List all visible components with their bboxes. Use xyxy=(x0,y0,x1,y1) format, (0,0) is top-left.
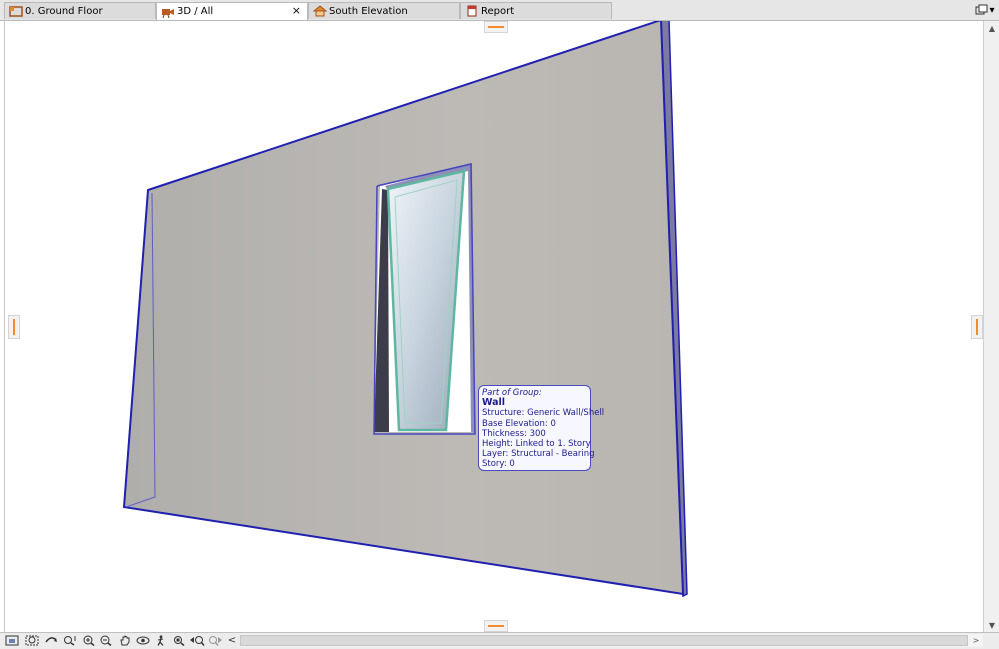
left-edge-handle[interactable] xyxy=(8,315,20,339)
close-tab-icon[interactable]: × xyxy=(292,4,301,18)
orbit-icon xyxy=(45,637,57,643)
navigation-toolbar: < > xyxy=(0,632,999,649)
next-zoom-button[interactable] xyxy=(207,634,223,647)
explore-button[interactable] xyxy=(135,634,151,647)
tooltip-line-story: Story: 0 xyxy=(482,459,515,470)
zoom-area-icon xyxy=(25,635,39,646)
tooltip-line-height: Height: Linked to 1. Story xyxy=(482,439,591,450)
scroll-up-arrow-icon[interactable]: ▲ xyxy=(984,21,999,35)
orbit-button[interactable] xyxy=(43,634,59,647)
fit-in-window-button[interactable] xyxy=(4,634,20,647)
explore-eye-icon xyxy=(136,636,150,645)
zoom-in-button[interactable] xyxy=(81,634,97,647)
zoom-out-button[interactable] xyxy=(98,634,114,647)
tab-list-menu-button[interactable]: ▾ xyxy=(973,2,997,18)
top-edge-handle[interactable] xyxy=(484,21,508,33)
zoom-out-icon xyxy=(100,635,112,646)
zoom-area-button[interactable] xyxy=(24,634,40,647)
tab-label: Report xyxy=(481,5,515,17)
fit-in-window-icon xyxy=(5,635,19,646)
zoom-realtime-icon xyxy=(64,636,76,646)
report-icon xyxy=(467,5,477,17)
scroll-down-arrow-icon[interactable]: ▼ xyxy=(984,618,999,632)
back-zoom-button[interactable] xyxy=(189,634,205,647)
elevation-icon xyxy=(313,5,327,17)
3d-camera-icon xyxy=(162,8,174,18)
scroll-left-arrow-icon[interactable]: < xyxy=(224,634,240,647)
walk-person-icon xyxy=(157,635,164,646)
3d-model-canvas[interactable] xyxy=(5,21,984,632)
vertical-scrollbar[interactable]: ▲ ▼ xyxy=(983,21,999,632)
tooltip-line-thickness: Thickness: 300 xyxy=(482,428,546,439)
tab-south-elevation[interactable]: South Elevation xyxy=(308,2,460,19)
next-zoom-icon xyxy=(209,636,222,646)
tab-label: 3D / All xyxy=(177,6,214,17)
pan-button[interactable] xyxy=(117,634,133,647)
horizontal-scroll-thumb[interactable] xyxy=(240,635,968,646)
tooltip-line-base-elevation: Base Elevation: 0 xyxy=(482,418,556,429)
scroll-right-arrow-icon[interactable]: > xyxy=(969,634,983,647)
right-edge-handle[interactable] xyxy=(971,315,983,339)
tab-label: South Elevation xyxy=(329,5,408,17)
zoom-realtime-button[interactable] xyxy=(62,634,78,647)
element-info-tooltip: Part of Group: Wall Structure: Generic W… xyxy=(478,385,605,471)
tab-3d-all[interactable]: 3D / All × xyxy=(156,2,308,20)
back-zoom-icon xyxy=(190,636,205,646)
tab-label: 0. Ground Floor xyxy=(25,5,103,17)
bottom-edge-handle[interactable] xyxy=(484,620,508,632)
zoom-in-icon xyxy=(83,635,95,646)
previous-zoom-button[interactable] xyxy=(171,634,187,647)
tab-list-icon xyxy=(975,4,988,15)
3d-viewport[interactable] xyxy=(4,21,984,632)
floor-plan-icon xyxy=(9,6,23,17)
tab-ground-floor[interactable]: 0. Ground Floor xyxy=(4,2,156,19)
tooltip-line-layer: Layer: Structural - Bearing xyxy=(482,449,595,460)
horizontal-scrollbar[interactable]: > xyxy=(240,634,983,647)
view-tab-bar: 0. Ground Floor 3D / All × South Elevati… xyxy=(0,0,999,21)
walk-button[interactable] xyxy=(153,634,169,647)
wall-element[interactable] xyxy=(122,21,688,598)
previous-zoom-icon xyxy=(174,636,185,646)
tooltip-title: Wall xyxy=(482,397,506,409)
chevron-down-icon: ▾ xyxy=(989,4,995,16)
pan-hand-icon xyxy=(120,635,130,646)
tab-report[interactable]: Report xyxy=(460,2,612,19)
tooltip-line-structure: Structure: Generic Wall/Shell xyxy=(482,408,605,419)
